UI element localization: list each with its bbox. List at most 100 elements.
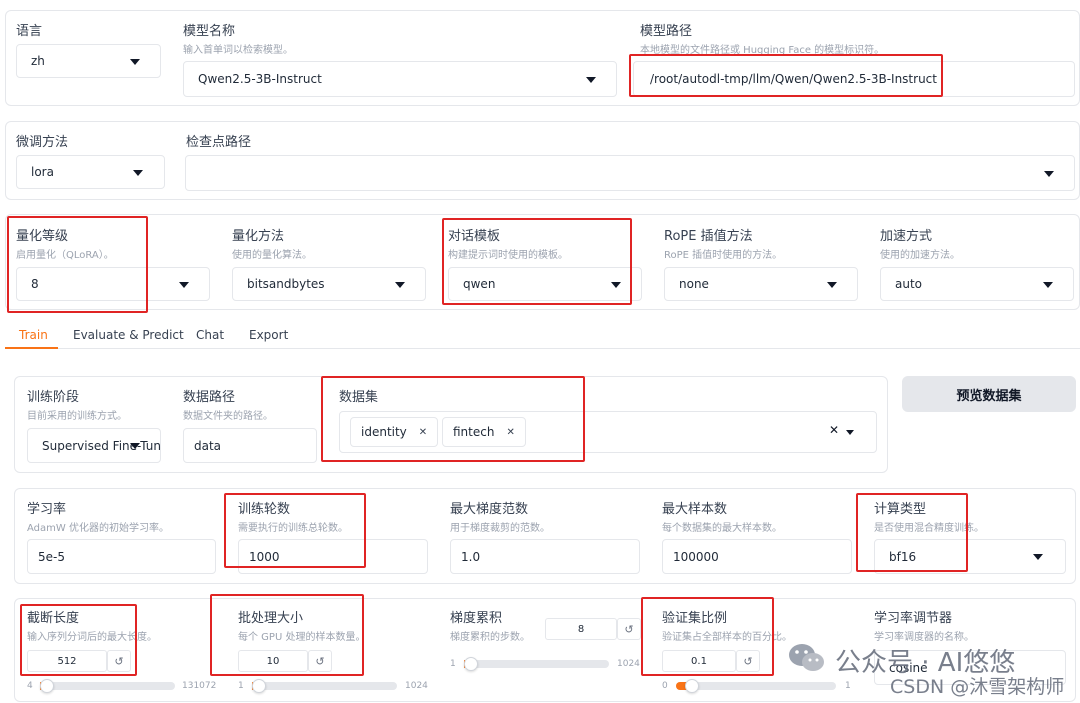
tab-train[interactable]: Train [19,328,48,342]
batch-size-slider[interactable] [252,679,397,693]
booster-info: 使用的加速方法。 [880,250,960,261]
finetune-method-label: 微调方法 [16,135,69,150]
batch-size-number[interactable]: 10 [238,650,308,672]
preview-dataset-button[interactable]: 预览数据集 [902,376,1076,412]
grad-accum-number[interactable]: 8 [545,618,617,640]
chevron-down-icon [827,282,837,288]
batch-size-min: 1 [238,681,244,691]
val-size-slider[interactable] [676,679,836,693]
model-name-label: 模型名称 [183,24,236,39]
template-value: qwen [463,277,496,291]
rope-value: none [679,277,709,291]
learning-rate-value: 5e-5 [38,549,65,564]
val-size-min: 0 [662,681,668,691]
checkpoint-select[interactable] [185,155,1075,191]
max-grad-norm-label: 最大梯度范数 [450,502,529,517]
model-path-input[interactable]: /root/autodl-tmp/llm/Qwen/Qwen2.5-3B-Ins… [633,61,1075,97]
cutoff-len-number[interactable]: 512 [27,650,107,672]
model-name-value: Qwen2.5-3B-Instruct [198,72,322,86]
dataset-dir-info: 数据文件夹的路径。 [183,411,273,422]
grad-accum-info: 梯度累积的步数。 [450,632,530,643]
learning-rate-input[interactable]: 5e-5 [27,539,216,574]
max-grad-norm-input[interactable]: 1.0 [450,539,640,574]
batch-size-info: 每个 GPU 处理的样本数量。 [238,632,366,643]
remove-tag-icon[interactable]: ✕ [506,427,514,438]
max-grad-norm-value: 1.0 [461,549,481,564]
epochs-value: 1000 [249,549,280,564]
template-label: 对话模板 [448,229,501,244]
grad-accum-min: 1 [450,659,456,669]
cutoff-len-info: 输入序列分词后的最大长度。 [27,632,157,643]
max-samples-label: 最大样本数 [662,502,728,517]
booster-value: auto [895,277,923,291]
dataset-tag-label: fintech [453,425,495,439]
dataset-tag-label: identity [361,425,407,439]
model-path-label: 模型路径 [640,24,693,39]
rope-info: RoPE 插值时使用的方法。 [664,250,783,261]
compute-type-label: 计算类型 [874,502,927,517]
model-path-info: 本地模型的文件路径或 Hugging Face 的模型标识符。 [640,45,885,56]
grad-accum-slider[interactable] [464,657,609,671]
learning-rate-label: 学习率 [27,502,67,517]
wechat-logo-icon [787,641,827,675]
quant-bit-info: 启用量化（QLoRA）。 [16,250,114,261]
compute-type-select[interactable]: bf16 [874,539,1066,574]
remove-tag-icon[interactable]: ✕ [419,427,427,438]
tab-export[interactable]: Export [249,328,288,342]
reset-icon[interactable]: ↺ [308,650,332,672]
dataset-dir-input[interactable]: data [183,428,317,463]
reset-icon[interactable]: ↺ [736,650,760,672]
tab-chat[interactable]: Chat [196,328,224,342]
dataset-label: 数据集 [339,390,379,405]
cutoff-len-label: 截断长度 [27,611,80,626]
lang-value: zh [31,54,45,68]
cutoff-len-slider[interactable] [40,679,175,693]
dataset-tag[interactable]: fintech ✕ [442,417,526,447]
reset-icon[interactable]: ↺ [617,618,641,640]
val-size-max: 1 [845,681,851,691]
template-info: 构建提示词时使用的模板。 [448,250,568,261]
quant-bit-label: 量化等级 [16,229,69,244]
chevron-down-icon[interactable] [846,430,854,435]
dataset-tag[interactable]: identity ✕ [350,417,439,447]
batch-size-label: 批处理大小 [238,611,304,626]
lang-select[interactable]: zh [16,44,161,78]
chevron-down-icon [133,170,143,176]
batch-size-max: 1024 [405,681,428,691]
reset-icon[interactable]: ↺ [107,650,131,672]
rope-select[interactable]: none [664,267,858,301]
chevron-down-icon [395,282,405,288]
compute-type-info: 是否使用混合精度训练。 [874,523,984,534]
chevron-down-icon [130,59,140,65]
max-grad-norm-info: 用于梯度裁剪的范数。 [450,523,550,534]
finetune-method-select[interactable]: lora [16,155,165,189]
clear-icon[interactable]: ✕ [829,423,839,437]
model-name-select[interactable]: Qwen2.5-3B-Instruct [183,61,617,97]
model-name-info: 输入首单词以检索模型。 [183,45,293,56]
max-samples-value: 100000 [673,549,719,564]
max-samples-input[interactable]: 100000 [662,539,852,574]
quant-bit-value: 8 [31,277,39,291]
template-select[interactable]: qwen [448,267,642,301]
finetune-method-value: lora [31,165,54,179]
val-size-info: 验证集占全部样本的百分比。 [662,632,792,643]
chevron-down-icon [130,443,140,449]
epochs-input[interactable]: 1000 [238,539,428,574]
booster-label: 加速方式 [880,229,933,244]
quant-bit-select[interactable]: 8 [16,267,210,301]
cutoff-len-max: 131072 [182,681,217,691]
quant-method-select[interactable]: bitsandbytes [232,267,426,301]
cutoff-len-min: 4 [27,681,33,691]
tab-evaluate-predict[interactable]: Evaluate & Predict [73,328,184,342]
stage-select[interactable]: Supervised Fine-Tun [27,428,161,463]
epochs-label: 训练轮数 [238,502,291,517]
booster-select[interactable]: auto [880,267,1074,301]
watermark-csdn: CSDN @沐雪架构师 [890,676,1065,698]
dataset-dir-label: 数据路径 [183,390,236,405]
chevron-down-icon [611,282,621,288]
lang-label: 语言 [16,24,43,39]
chevron-down-icon [179,282,189,288]
epochs-info: 需要执行的训练总轮数。 [238,523,348,534]
val-size-number[interactable]: 0.1 [662,650,736,672]
chevron-down-icon [1033,554,1043,560]
